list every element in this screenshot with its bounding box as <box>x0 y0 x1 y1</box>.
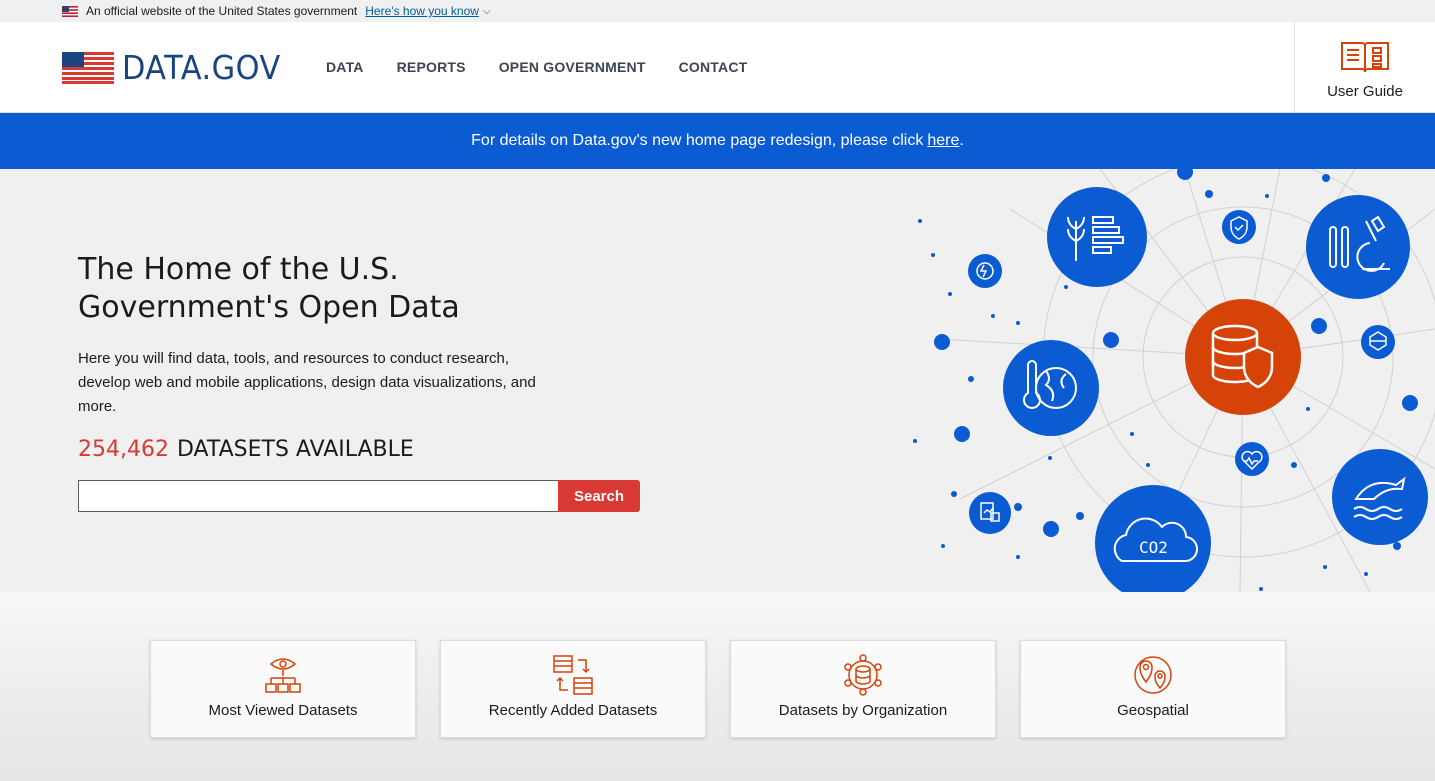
nav-contact[interactable]: CONTACT <box>679 59 748 75</box>
gov-banner: An official website of the United States… <box>0 0 1435 22</box>
health-heart-icon <box>1235 442 1269 476</box>
dataset-count: 254,462 DATASETS AVAILABLE <box>78 437 414 462</box>
nav-data[interactable]: DATA <box>326 59 364 75</box>
quick-links-section: Most Viewed Datasets Recently Added Data… <box>0 592 1435 781</box>
site-header: DATA.GOV DATA REPORTS OPEN GOVERNMENT CO… <box>0 22 1435 113</box>
co2-label: CO2 <box>1139 538 1168 557</box>
hero-description: Here you will find data, tools, and reso… <box>78 350 536 415</box>
chevron-down-icon[interactable]: ⌵ <box>483 6 491 17</box>
finance-chart-icon <box>969 492 1011 534</box>
most-viewed-card[interactable]: Most Viewed Datasets <box>150 640 416 738</box>
agriculture-icon <box>1047 187 1147 287</box>
datasets-by-organization-label: Datasets by Organization <box>778 702 948 719</box>
recently-added-label: Recently Added Datasets <box>488 702 658 719</box>
dataset-count-number: 254,462 <box>78 437 169 462</box>
gov-banner-text: An official website of the United States… <box>86 4 358 18</box>
co2-cloud-icon: CO2 <box>1095 485 1211 592</box>
alert-text: For details on Data.gov's new home page … <box>471 132 924 149</box>
search-input[interactable] <box>78 480 559 512</box>
eye-hierarchy-icon <box>265 658 301 693</box>
hero-network-graphic: CO2 <box>913 169 1435 592</box>
site-logo[interactable]: DATA.GOV <box>62 48 294 87</box>
dataset-count-label: DATASETS AVAILABLE <box>176 437 414 462</box>
datasets-by-organization-card[interactable]: Datasets by Organization <box>730 640 996 738</box>
geospatial-card[interactable]: Geospatial <box>1020 640 1286 738</box>
alert-here-link[interactable]: here <box>927 132 959 150</box>
hero-section: The Home of the U.S. Government's Open D… <box>0 169 1435 592</box>
nav-open-government[interactable]: OPEN GOVERNMENT <box>499 59 646 75</box>
geospatial-label: Geospatial <box>1117 702 1189 719</box>
most-viewed-label: Most Viewed Datasets <box>208 702 358 719</box>
nav-reports[interactable]: REPORTS <box>397 59 466 75</box>
how-you-know-link[interactable]: Here's how you know <box>365 4 479 18</box>
user-guide-label: User Guide <box>1327 83 1403 100</box>
redesign-alert: For details on Data.gov's new home page … <box>0 113 1435 169</box>
shield-check-icon <box>1222 210 1256 244</box>
main-nav: DATA REPORTS OPEN GOVERNMENT CONTACT <box>326 22 747 112</box>
ocean-dolphin-icon <box>1332 449 1428 545</box>
hero-title: The Home of the U.S. Government's Open D… <box>78 252 460 325</box>
map-pin-icon <box>1134 656 1172 694</box>
database-network-icon <box>844 654 882 696</box>
book-icon <box>1341 42 1389 73</box>
alert-suffix: . <box>959 132 964 149</box>
search-button[interactable]: Search <box>558 480 640 512</box>
user-guide-button[interactable]: User Guide <box>1294 22 1435 112</box>
recently-added-card[interactable]: Recently Added Datasets <box>440 640 706 738</box>
science-lab-icon <box>1306 195 1410 299</box>
us-flag-icon <box>62 5 78 17</box>
energy-cycle-icon <box>968 254 1002 288</box>
database-shield-icon <box>1185 299 1301 415</box>
climate-thermometer-icon <box>1003 340 1099 436</box>
flag-logo-icon <box>62 51 114 84</box>
logo-text: DATA.GOV <box>122 48 281 87</box>
datasets-arrows-icon <box>553 655 593 695</box>
snowflake-globe-icon <box>1361 325 1395 359</box>
